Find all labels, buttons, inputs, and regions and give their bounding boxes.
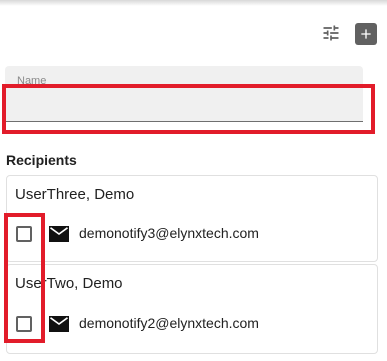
name-field-highlight [2, 84, 375, 134]
top-shadow [0, 0, 387, 6]
add-button[interactable] [355, 23, 377, 45]
recipients-title: Recipients [6, 152, 77, 168]
mail-icon [49, 226, 69, 242]
recipient-email: demonotify3@elynxtech.com [79, 225, 259, 241]
recipient-card: UserThree, Demo demonotify3@elynxtech.co… [6, 175, 378, 262]
recipient-name: UserThree, Demo [15, 186, 135, 203]
recipient-email: demonotify2@elynxtech.com [79, 315, 259, 331]
recipient-card: UserTwo, Demo demonotify2@elynxtech.com [6, 264, 378, 354]
mail-icon [49, 316, 69, 332]
checkbox-column-highlight [4, 213, 45, 343]
tune-icon[interactable] [320, 23, 342, 43]
plus-icon [361, 29, 371, 39]
